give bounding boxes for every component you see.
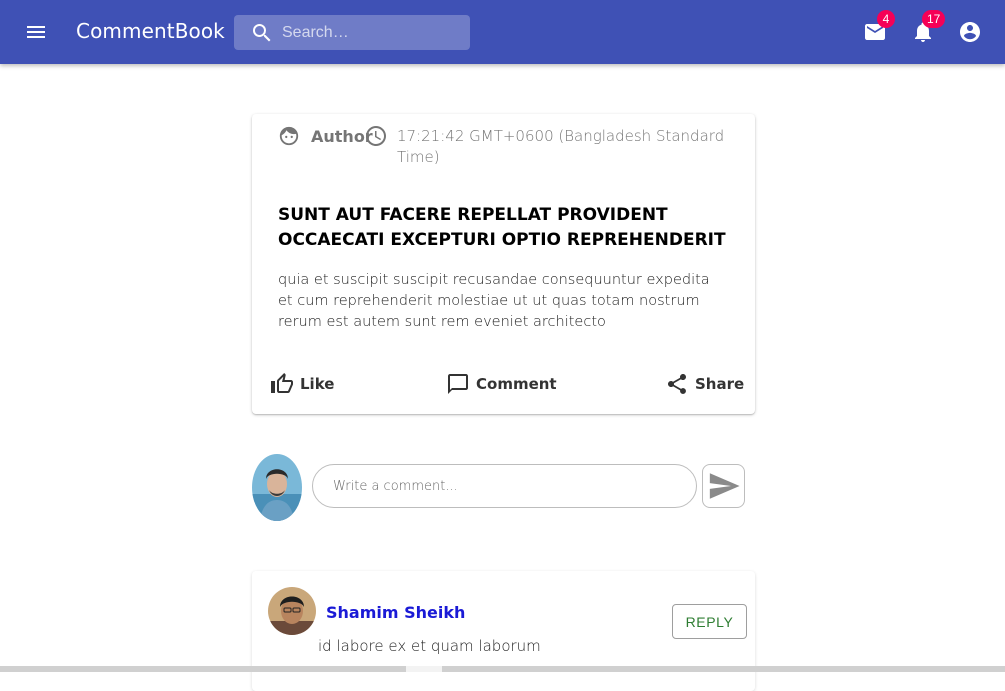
post-timestamp: 17:21:42 GMT+0600 (Bangladesh Standard T… (397, 127, 725, 166)
post-card: Author 17:21:42 GMT+0600 (Bangladesh Sta… (252, 114, 755, 414)
share-label: Share (695, 375, 745, 393)
post-body: quia et suscipit suscipit recusandae con… (278, 272, 710, 330)
post-title: SUNT AUT FACERE REPELLAT PROVIDENT OCCAE… (278, 205, 726, 250)
share-button[interactable]: Share (665, 370, 744, 398)
comment-input[interactable] (312, 464, 697, 508)
mail-badge: 4 (877, 10, 895, 28)
search-box (234, 15, 470, 50)
comment-button[interactable]: Comment (446, 370, 557, 398)
current-user-avatar (252, 454, 302, 521)
share-icon (668, 374, 686, 394)
commenter-avatar (268, 587, 316, 635)
search-input[interactable] (282, 15, 462, 50)
like-button[interactable]: Like (270, 370, 334, 398)
thumb-up-icon (271, 373, 293, 393)
menu-icon[interactable] (24, 20, 48, 44)
clock-icon (364, 124, 388, 148)
comment-item: Shamim Sheikh id labore ex et quam labor… (252, 571, 755, 691)
account-button[interactable] (958, 20, 982, 44)
scrollbar-thumb[interactable] (406, 666, 442, 672)
send-icon (709, 473, 740, 499)
commenter-name[interactable]: Shamim Sheikh (326, 603, 465, 622)
account-circle-icon (960, 22, 980, 42)
notifications-badge: 17 (922, 10, 946, 28)
notifications-button[interactable]: 17 (911, 10, 946, 44)
reply-button[interactable]: REPLY (672, 604, 747, 639)
app-title: CommentBook (76, 19, 225, 43)
send-button[interactable] (702, 464, 745, 508)
horizontal-scrollbar[interactable] (0, 666, 1005, 672)
comment-text: id labore ex et quam laborum (318, 637, 541, 655)
comment-icon (448, 374, 468, 394)
search-icon (250, 21, 274, 45)
face-icon (278, 125, 300, 147)
like-label: Like (300, 375, 335, 393)
mail-button[interactable]: 4 (863, 10, 895, 44)
app-bar: CommentBook 4 17 (0, 0, 1005, 64)
comment-label: Comment (476, 375, 557, 393)
